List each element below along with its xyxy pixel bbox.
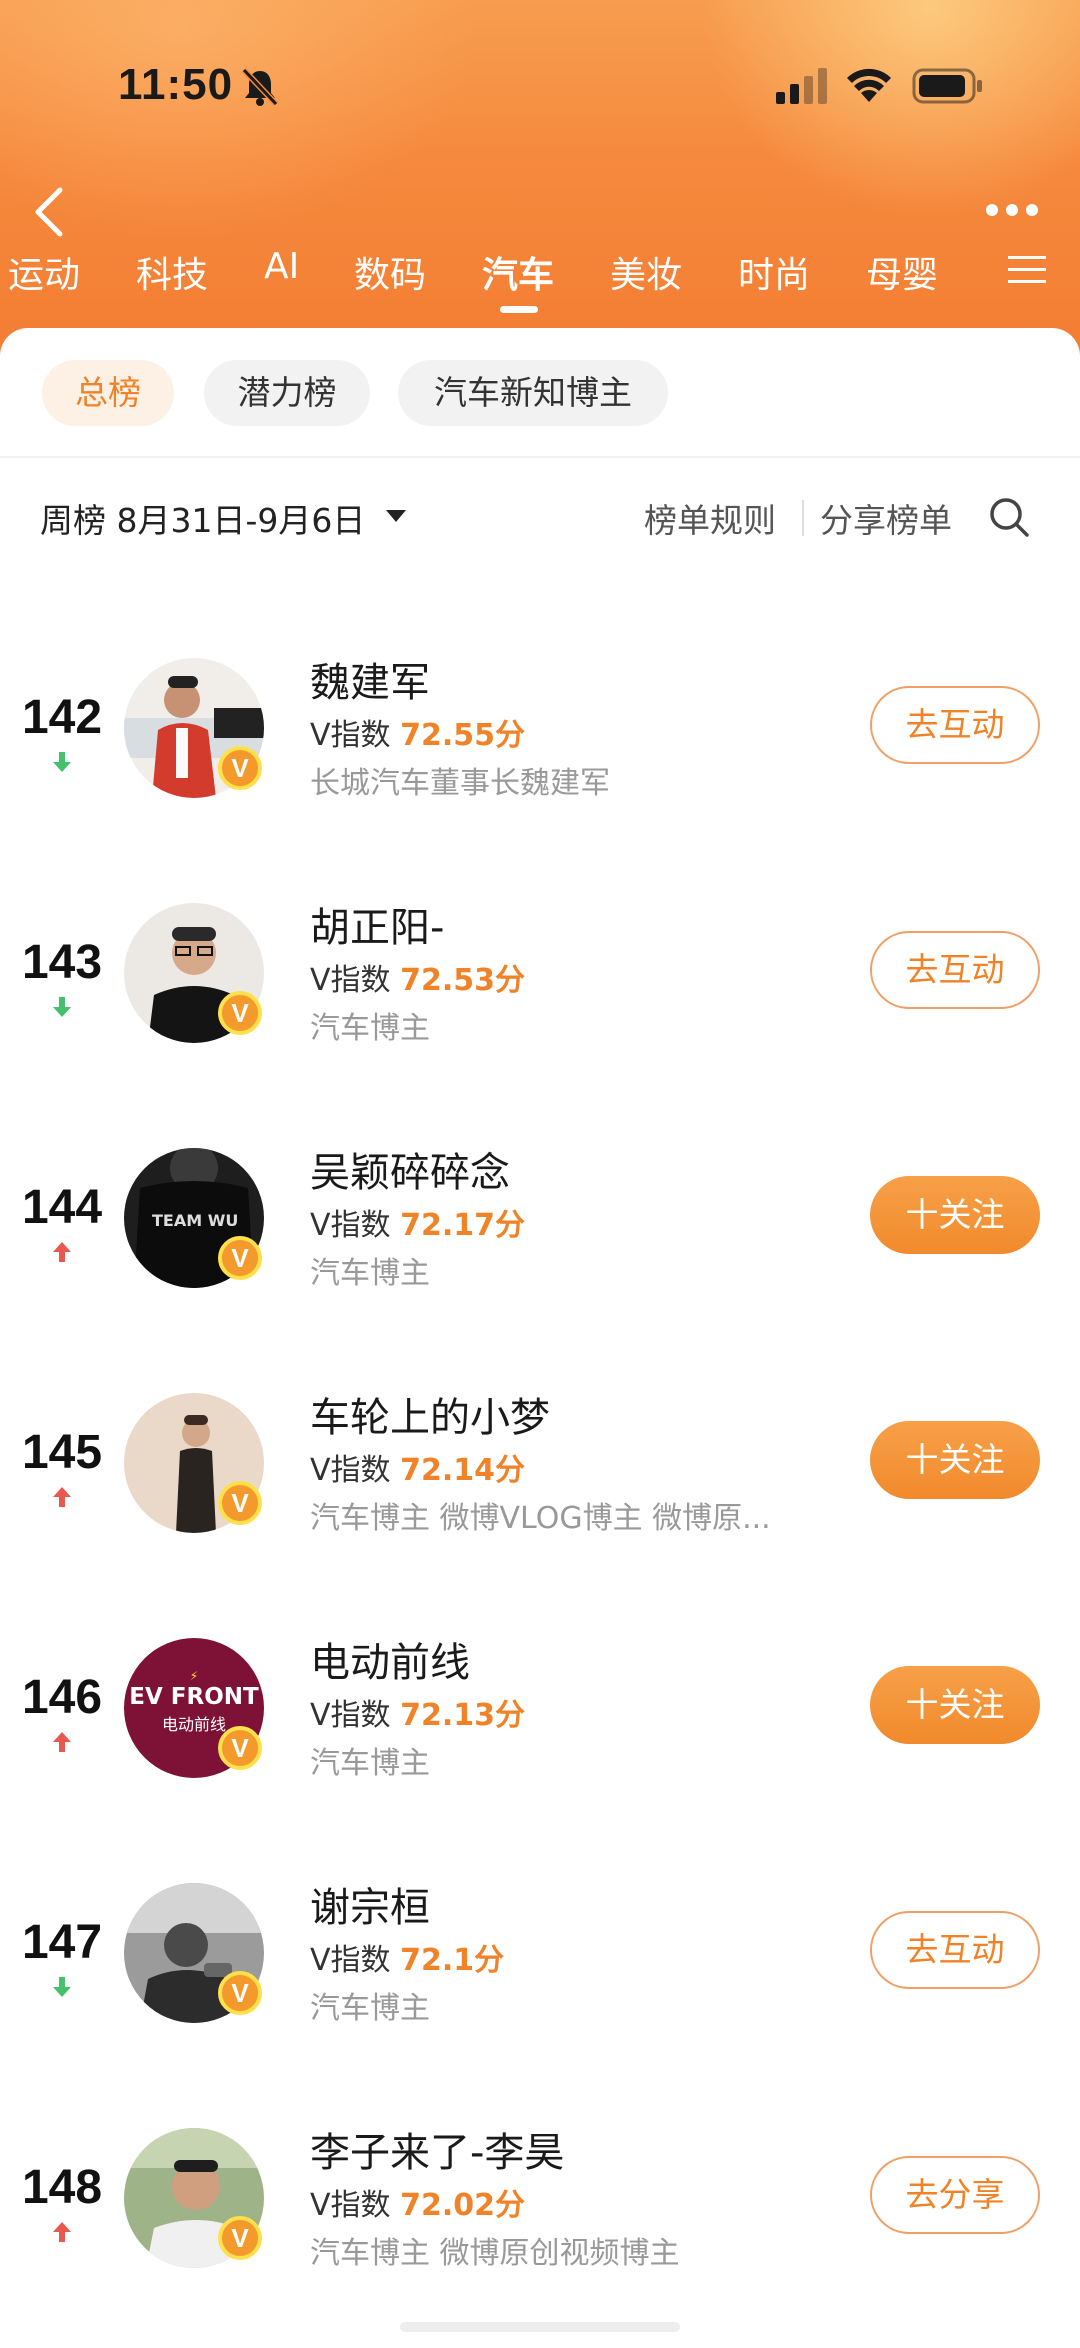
separator: [802, 500, 804, 536]
blogger-name[interactable]: 李子来了-李昊: [310, 2120, 564, 2178]
status-time: 11:50: [118, 60, 234, 109]
search-icon[interactable]: [988, 496, 1030, 538]
tab-beauty[interactable]: 美妆: [610, 246, 682, 298]
rules-link[interactable]: 榜单规则: [644, 494, 776, 542]
rank-number: 147: [21, 1916, 103, 1969]
trend-down-icon: [53, 997, 71, 1017]
trend-up-icon: [53, 2222, 71, 2242]
verified-badge-icon: V: [218, 1726, 262, 1770]
interact-button[interactable]: 去互动: [870, 931, 1040, 1009]
bell-muted-icon: [241, 67, 279, 107]
caret-down-icon[interactable]: [386, 510, 406, 524]
ranking-row[interactable]: 146 ⚡ EV FRONT 电动前线 V 电动前线 V指数 72.13分 汽车…: [0, 1622, 1080, 1822]
ranking-row[interactable]: 148 V 李子来了-李昊 V指数 72.02分 汽车博主 微博原创视频博主 去…: [0, 2112, 1080, 2312]
blogger-description: 长城汽车董事长魏建军: [310, 766, 610, 801]
active-tab-indicator: [500, 306, 538, 313]
verified-badge-icon: V: [218, 1236, 262, 1280]
rank-number: 145: [21, 1426, 103, 1479]
blogger-name[interactable]: 魏建军: [310, 650, 430, 708]
chip-new-bloggers[interactable]: 汽车新知博主: [398, 360, 668, 426]
follow-button[interactable]: 十关注: [870, 1666, 1040, 1744]
v-index: V指数 72.14分: [310, 1453, 525, 1488]
rank-number: 148: [21, 2161, 103, 2214]
blogger-name[interactable]: 电动前线: [310, 1630, 470, 1688]
interact-button[interactable]: 去互动: [870, 1911, 1040, 1989]
v-index-score: 72.13分: [400, 1698, 525, 1733]
v-index: V指数 72.02分: [310, 2188, 525, 2223]
blogger-name[interactable]: 吴颖碎碎念: [310, 1140, 510, 1198]
battery-icon: [912, 68, 982, 104]
trend-down-icon: [53, 752, 71, 772]
interact-button[interactable]: 去互动: [870, 686, 1040, 764]
tab-digital[interactable]: 数码: [354, 246, 426, 298]
tab-ai[interactable]: AI: [264, 246, 299, 287]
signal-icon: [776, 68, 827, 104]
share-list-link[interactable]: 分享榜单: [820, 494, 952, 542]
v-index-score: 72.53分: [400, 963, 525, 998]
ranking-row[interactable]: 143 V 胡正阳- V指数 72.53分 汽车博主 去互动: [0, 887, 1080, 1087]
home-indicator[interactable]: [400, 2322, 680, 2332]
ranking-row[interactable]: 142 V 魏建军 V指数 72.55分 长城汽车董事长魏建军 去互动: [0, 642, 1080, 842]
blogger-name[interactable]: 胡正阳-: [310, 895, 444, 953]
verified-badge-icon: V: [218, 2216, 262, 2260]
blogger-description: 汽车博主: [310, 1256, 430, 1291]
wifi-icon: [847, 68, 891, 102]
chip-potential[interactable]: 潜力榜: [204, 360, 370, 426]
v-index: V指数 72.13分: [310, 1698, 525, 1733]
more-icon[interactable]: [984, 200, 1040, 220]
tab-fashion[interactable]: 时尚: [738, 246, 810, 298]
menu-icon[interactable]: [1008, 254, 1046, 286]
blogger-name[interactable]: 车轮上的小梦: [310, 1385, 550, 1443]
blogger-description: 汽车博主: [310, 1991, 430, 2026]
v-index-score: 72.1分: [400, 1943, 505, 1978]
filter-row: 周榜 8月31日-9月6日 榜单规则 分享榜单: [0, 490, 1080, 546]
back-icon[interactable]: [28, 184, 68, 240]
divider: [0, 456, 1080, 458]
verified-badge-icon: V: [218, 746, 262, 790]
share-button[interactable]: 去分享: [870, 2156, 1040, 2234]
tab-auto[interactable]: 汽车: [482, 246, 554, 298]
chip-overall[interactable]: 总榜: [42, 360, 174, 426]
v-index-score: 72.14分: [400, 1453, 525, 1488]
trend-down-icon: [53, 1977, 71, 1997]
follow-button[interactable]: 十关注: [870, 1421, 1040, 1499]
blogger-description: 汽车博主 微博原创视频博主: [310, 2236, 680, 2271]
ranking-row[interactable]: 147 V 谢宗桓 V指数 72.1分 汽车博主 去互动: [0, 1867, 1080, 2067]
svg-text:⚡: ⚡: [190, 1669, 198, 1683]
blogger-description: 汽车博主: [310, 1746, 430, 1781]
verified-badge-icon: V: [218, 991, 262, 1035]
rank-number: 146: [21, 1671, 103, 1724]
tab-baby[interactable]: 母婴: [866, 246, 938, 298]
v-index-score: 72.17分: [400, 1208, 525, 1243]
verified-badge-icon: V: [218, 1481, 262, 1525]
verified-badge-icon: V: [218, 1971, 262, 2015]
blogger-description: 汽车博主: [310, 1011, 430, 1046]
v-index: V指数 72.1分: [310, 1943, 505, 1978]
trend-up-icon: [53, 1732, 71, 1752]
v-index: V指数 72.53分: [310, 963, 525, 998]
week-selector[interactable]: 周榜 8月31日-9月6日: [40, 494, 365, 542]
v-index: V指数 72.55分: [310, 718, 525, 753]
rank-number: 142: [21, 691, 103, 744]
ranking-row[interactable]: 145 V 车轮上的小梦 V指数 72.14分 汽车博主 微博VLOG博主 微博…: [0, 1377, 1080, 1577]
trend-up-icon: [53, 1487, 71, 1507]
tab-tech[interactable]: 科技: [136, 246, 208, 298]
follow-button[interactable]: 十关注: [870, 1176, 1040, 1254]
rank-number: 144: [21, 1181, 103, 1234]
v-index: V指数 72.17分: [310, 1208, 525, 1243]
v-index-score: 72.55分: [400, 718, 525, 753]
svg-text:电动前线: 电动前线: [162, 1715, 226, 1734]
rank-number: 143: [21, 936, 103, 989]
blogger-name[interactable]: 谢宗桓: [310, 1875, 430, 1933]
v-index-score: 72.02分: [400, 2188, 525, 2223]
svg-text:TEAM WU: TEAM WU: [152, 1211, 238, 1230]
tab-sports[interactable]: 运动: [8, 246, 80, 298]
category-tabs: 运动 科技 AI 数码 汽车 美妆 时尚 母婴: [0, 240, 1080, 320]
blogger-description: 汽车博主 微博VLOG博主 微博原...: [310, 1501, 771, 1536]
svg-text:EV FRONT: EV FRONT: [129, 1684, 259, 1710]
trend-up-icon: [53, 1242, 71, 1262]
ranking-row[interactable]: 144 TEAM WU V 吴颖碎碎念 V指数 72.17分 汽车博主 十关注: [0, 1132, 1080, 1332]
